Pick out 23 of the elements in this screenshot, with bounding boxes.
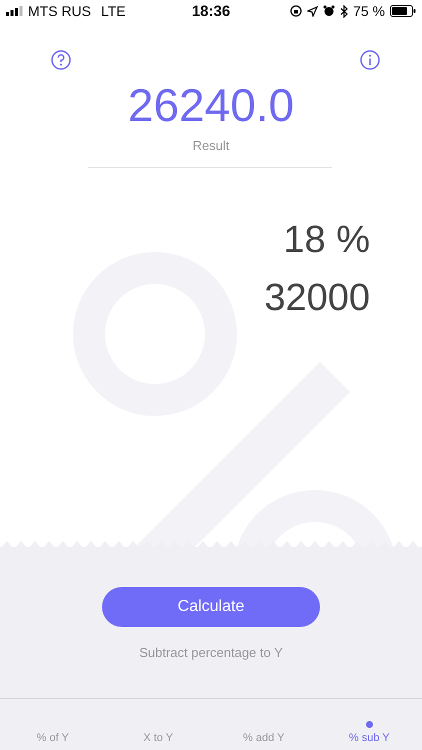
battery-percentage: 75 % (353, 3, 386, 19)
battery-icon (390, 5, 416, 17)
location-arrow-icon (307, 6, 318, 16)
tab[interactable]: % add Y (211, 699, 316, 750)
info-icon[interactable] (360, 50, 380, 70)
tab[interactable]: % of Y (0, 699, 106, 750)
alarm-clock-icon (323, 5, 336, 17)
signal-icon (6, 6, 24, 16)
input-value[interactable]: 32000 (264, 278, 370, 318)
tab[interactable]: X to Y (106, 699, 211, 750)
network-type: LTE (101, 3, 126, 19)
carrier-name: MTS RUS (28, 3, 91, 19)
calculate-button[interactable]: Calculate (102, 587, 320, 627)
result-value: 26240.0 (128, 78, 294, 132)
rotation-lock-icon (290, 5, 302, 17)
status-time: 18:36 (192, 2, 230, 20)
bluetooth-icon (340, 4, 348, 18)
input-value[interactable]: 18 % (283, 220, 370, 260)
mode-description: Subtract percentage to Y (139, 645, 283, 660)
result-label: Result (192, 138, 230, 153)
help-icon[interactable] (51, 50, 71, 70)
selected-dot-icon (366, 721, 373, 728)
tab[interactable]: % sub Y (316, 699, 422, 750)
